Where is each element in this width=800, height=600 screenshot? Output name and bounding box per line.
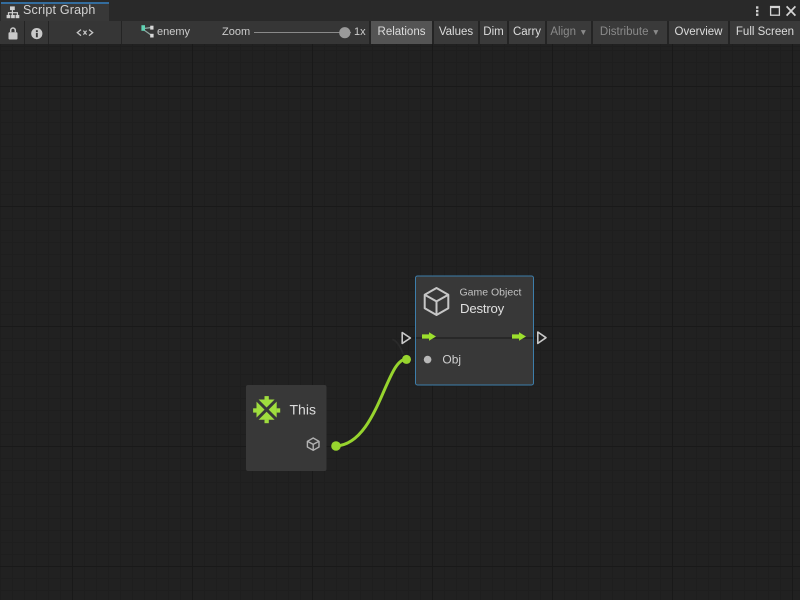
svg-text:Destroy: Destroy: [460, 301, 505, 316]
svg-text:This: This: [290, 401, 316, 417]
svg-text:Game Object: Game Object: [460, 286, 522, 298]
svg-text:Obj: Obj: [442, 352, 461, 366]
